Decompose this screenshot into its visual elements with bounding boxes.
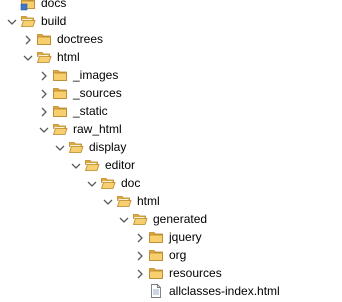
project-folder-icon <box>20 0 36 11</box>
folder-open-icon <box>36 49 52 65</box>
chevron-right-icon[interactable] <box>23 34 33 45</box>
tree-item-label: editor <box>105 158 136 172</box>
chevron-down-icon[interactable] <box>39 124 49 134</box>
folder-icon <box>148 229 164 245</box>
folder-open-icon <box>100 175 116 191</box>
tree-item-label: jquery <box>169 230 202 244</box>
tree-item[interactable]: editor <box>0 156 342 174</box>
tree-item[interactable]: html <box>0 48 342 66</box>
folder-open-icon <box>20 13 36 29</box>
tree-item-label: doc <box>121 176 141 190</box>
chevron-right-icon[interactable] <box>135 232 145 243</box>
tree-item[interactable]: docs <box>0 0 342 12</box>
tree-item[interactable]: resources <box>0 264 342 282</box>
tree-item-label: allclasses-index.html <box>169 284 280 298</box>
tree-item[interactable]: _static <box>0 102 342 120</box>
tree-item-label: generated <box>153 212 208 226</box>
tree-item-label: _static <box>73 104 108 118</box>
chevron-right-icon[interactable] <box>39 106 49 117</box>
chevron-right-icon[interactable] <box>39 70 49 81</box>
folder-open-icon <box>52 121 68 137</box>
folder-icon <box>52 67 68 83</box>
tree-item-label: docs <box>41 0 67 10</box>
folder-open-icon <box>116 193 132 209</box>
folder-open-icon <box>68 139 84 155</box>
tree-item[interactable]: generated <box>0 210 342 228</box>
tree-item-label: org <box>169 248 187 262</box>
chevron-right-icon[interactable] <box>135 268 145 279</box>
tree-item[interactable]: build <box>0 12 342 30</box>
tree-item-label: resources <box>169 266 222 280</box>
folder-icon <box>148 247 164 263</box>
chevron-down-icon[interactable] <box>71 160 81 170</box>
chevron-down-icon[interactable] <box>87 178 97 188</box>
tree-item-label: display <box>89 140 127 154</box>
folder-icon <box>148 265 164 281</box>
tree-item-label: doctrees <box>57 32 104 46</box>
chevron-down-icon[interactable] <box>7 16 17 26</box>
chevron-right-icon[interactable] <box>135 250 145 261</box>
tree-item-label: raw_html <box>73 122 122 136</box>
chevron-down-icon[interactable] <box>119 214 129 224</box>
tree-item-label: html <box>57 50 80 64</box>
tree-item[interactable]: display <box>0 138 342 156</box>
tree-item-label: build <box>41 14 67 28</box>
tree-item[interactable]: html <box>0 192 342 210</box>
folder-icon <box>52 85 68 101</box>
folder-open-icon <box>84 157 100 173</box>
tree-item[interactable]: org <box>0 246 342 264</box>
project-explorer-tree: docs build doctrees html _images _sources _sta… <box>0 0 342 298</box>
tree-item[interactable]: raw_html <box>0 120 342 138</box>
tree-item[interactable]: _sources <box>0 84 342 102</box>
tree-item-label: _sources <box>73 86 122 100</box>
folder-open-icon <box>132 211 148 227</box>
tree-item[interactable]: _images <box>0 66 342 84</box>
tree-item[interactable]: doc <box>0 174 342 192</box>
tree-item-label: html <box>137 194 160 208</box>
tree-item[interactable]: doctrees <box>0 30 342 48</box>
html-file-icon <box>148 283 164 299</box>
chevron-down-icon[interactable] <box>55 142 65 152</box>
tree-item-label: _images <box>73 68 119 82</box>
chevron-down-icon[interactable] <box>23 52 33 62</box>
folder-icon <box>52 103 68 119</box>
chevron-down-icon[interactable] <box>103 196 113 206</box>
folder-icon <box>36 31 52 47</box>
chevron-right-icon[interactable] <box>39 88 49 99</box>
tree-item[interactable]: allclasses-index.html <box>0 282 342 300</box>
tree-item[interactable]: jquery <box>0 228 342 246</box>
